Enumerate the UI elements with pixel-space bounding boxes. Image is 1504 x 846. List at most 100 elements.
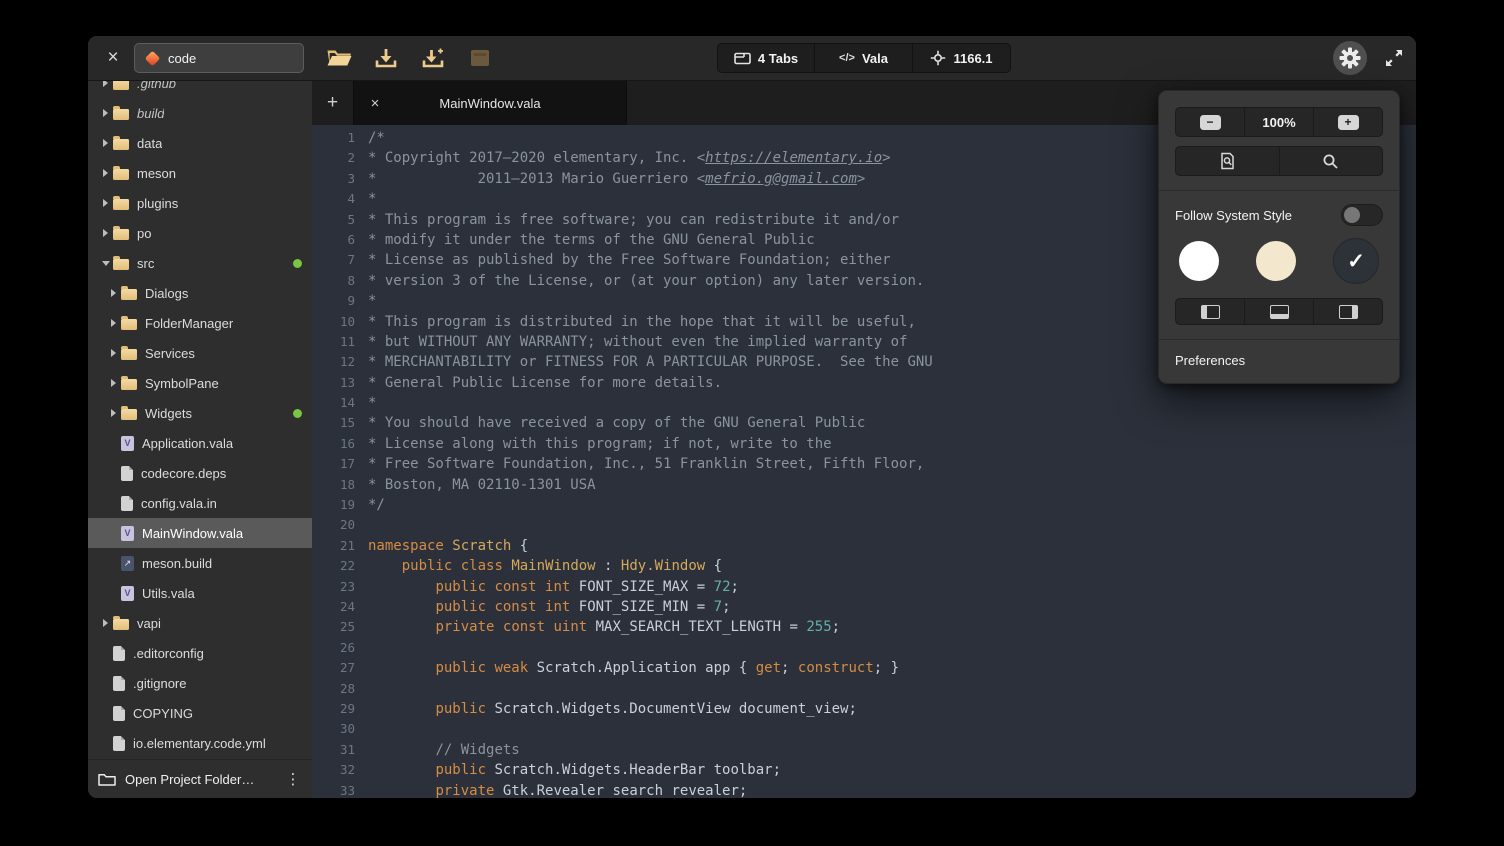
follow-system-toggle[interactable]	[1341, 204, 1383, 226]
project-sidebar: .github build datamesonpluginsposrcDialogs…	[88, 81, 312, 798]
language-button[interactable]: </> Vala	[815, 43, 913, 73]
tree-item-label: build	[137, 106, 164, 121]
tree-item-label: .gitignore	[133, 676, 186, 691]
tab-close-icon[interactable]: ×	[364, 92, 386, 114]
goto-line-button[interactable]: 1166.1	[913, 43, 1011, 73]
tabs-overview-button[interactable]: 4 Tabs	[717, 43, 815, 73]
chevron-right-icon[interactable]	[98, 199, 113, 207]
tree-item[interactable]: SymbolPane	[88, 368, 312, 398]
headerbar-left: × code	[88, 43, 312, 73]
open-file-button[interactable]	[324, 43, 354, 73]
code-line[interactable]: 29 public Scratch.Widgets.DocumentView d…	[312, 699, 1416, 719]
code-line[interactable]: 26	[312, 638, 1416, 658]
save-as-button[interactable]	[418, 43, 448, 73]
code-line[interactable]: 28	[312, 679, 1416, 699]
zoom-level-button[interactable]: 100%	[1245, 107, 1314, 137]
sidebar-footer[interactable]: Open Project Folder… ⋮	[88, 759, 312, 798]
tree-item[interactable]: build	[88, 98, 312, 128]
save-button[interactable]	[371, 43, 401, 73]
tree-item[interactable]: po	[88, 218, 312, 248]
new-tab-button[interactable]: +	[312, 81, 353, 125]
code-line[interactable]: 20	[312, 515, 1416, 535]
chevron-right-icon[interactable]	[106, 289, 121, 297]
code-line[interactable]: 14*	[312, 393, 1416, 413]
chevron-right-icon[interactable]	[98, 619, 113, 627]
tree-item[interactable]: VUtils.vala	[88, 578, 312, 608]
tree-item[interactable]: .gitignore	[88, 668, 312, 698]
tree-item[interactable]: data	[88, 128, 312, 158]
chevron-right-icon[interactable]	[106, 319, 121, 327]
code-line[interactable]: 25 private const uint MAX_SEARCH_TEXT_LE…	[312, 617, 1416, 637]
tree-item[interactable]: Widgets	[88, 398, 312, 428]
tree-item[interactable]: meson.build	[88, 548, 312, 578]
tree-item[interactable]: io.elementary.code.yml	[88, 728, 312, 758]
code-line[interactable]: 27 public weak Scratch.Application app {…	[312, 658, 1416, 678]
code-line[interactable]: 24 public const int FONT_SIZE_MIN = 7;	[312, 597, 1416, 617]
chevron-right-icon[interactable]	[98, 109, 113, 117]
code-icon: </>	[839, 52, 855, 64]
chevron-right-icon[interactable]	[106, 379, 121, 387]
code-line[interactable]: 22 public class MainWindow : Hdy.Window …	[312, 556, 1416, 576]
line-number: 28	[312, 679, 355, 699]
tree-item[interactable]: VApplication.vala	[88, 428, 312, 458]
zoom-in-button[interactable]: +	[1314, 107, 1383, 137]
tree-item[interactable]: Services	[88, 338, 312, 368]
fullscreen-button[interactable]	[1381, 45, 1407, 71]
tree-item-label: config.vala.in	[141, 496, 217, 511]
line-number: 14	[312, 393, 355, 413]
line-number: 16	[312, 434, 355, 454]
chevron-down-icon[interactable]	[98, 261, 113, 266]
chevron-right-icon[interactable]	[98, 81, 113, 87]
style-dark-swatch-selected[interactable]: ✓	[1333, 238, 1379, 284]
code-line[interactable]: 31 // Widgets	[312, 740, 1416, 760]
code-line[interactable]: 30	[312, 719, 1416, 739]
chevron-right-icon[interactable]	[98, 229, 113, 237]
window-close-button[interactable]: ×	[100, 45, 126, 71]
kebab-menu-icon[interactable]: ⋮	[284, 770, 302, 788]
code-line[interactable]: 18* Boston, MA 02110-1301 USA	[312, 475, 1416, 495]
global-search-button[interactable]	[1280, 146, 1384, 176]
code-line[interactable]: 32 public Scratch.Widgets.HeaderBar tool…	[312, 760, 1416, 780]
tree-item[interactable]: .github	[88, 81, 312, 98]
tree-item[interactable]: vapi	[88, 608, 312, 638]
tree-item[interactable]: COPYING	[88, 698, 312, 728]
find-in-page-button[interactable]	[1175, 146, 1280, 176]
chevron-right-icon[interactable]	[98, 169, 113, 177]
tree-item[interactable]: VMainWindow.vala	[88, 518, 312, 548]
layout-bottom-panel-button[interactable]	[1245, 298, 1314, 325]
settings-gear-button[interactable]	[1333, 41, 1367, 75]
tree-item[interactable]: FolderManager	[88, 308, 312, 338]
style-light-swatch[interactable]	[1179, 241, 1219, 281]
layout-right-panel-button[interactable]	[1314, 298, 1383, 325]
tree-item[interactable]: config.vala.in	[88, 488, 312, 518]
tree-item[interactable]: plugins	[88, 188, 312, 218]
find-in-page-icon	[1219, 152, 1236, 170]
tree-item[interactable]: Dialogs	[88, 278, 312, 308]
tree-item[interactable]: .editorconfig	[88, 638, 312, 668]
layout-left-panel-button[interactable]	[1175, 298, 1245, 325]
zoom-controls: − 100% +	[1175, 107, 1383, 137]
code-line[interactable]: 23 public const int FONT_SIZE_MAX = 72;	[312, 577, 1416, 597]
headerbar: × code	[88, 36, 1416, 81]
tree-item[interactable]: meson	[88, 158, 312, 188]
code-line[interactable]: 16* License along with this program; if …	[312, 434, 1416, 454]
tree-item[interactable]: src	[88, 248, 312, 278]
templates-button[interactable]	[465, 43, 495, 73]
line-number: 33	[312, 781, 355, 799]
code-line[interactable]: 19*/	[312, 495, 1416, 515]
zoom-out-button[interactable]: −	[1175, 107, 1245, 137]
chevron-right-icon[interactable]	[106, 409, 121, 417]
chevron-right-icon[interactable]	[98, 139, 113, 147]
code-line[interactable]: 21namespace Scratch {	[312, 536, 1416, 556]
tree-item[interactable]: codecore.deps	[88, 458, 312, 488]
preferences-menu-item[interactable]: Preferences	[1159, 340, 1399, 383]
code-line[interactable]: 15* You should have received a copy of t…	[312, 413, 1416, 433]
tab-mainwindow-vala[interactable]: × MainWindow.vala	[353, 81, 627, 125]
chevron-right-icon[interactable]	[106, 349, 121, 357]
line-number: 22	[312, 556, 355, 576]
tree-item-label: codecore.deps	[141, 466, 226, 481]
style-sepia-swatch[interactable]	[1256, 241, 1296, 281]
project-chooser-button[interactable]: code	[134, 43, 304, 73]
code-line[interactable]: 33 private Gtk.Revealer search_revealer;	[312, 781, 1416, 799]
code-line[interactable]: 17* Free Software Foundation, Inc., 51 F…	[312, 454, 1416, 474]
